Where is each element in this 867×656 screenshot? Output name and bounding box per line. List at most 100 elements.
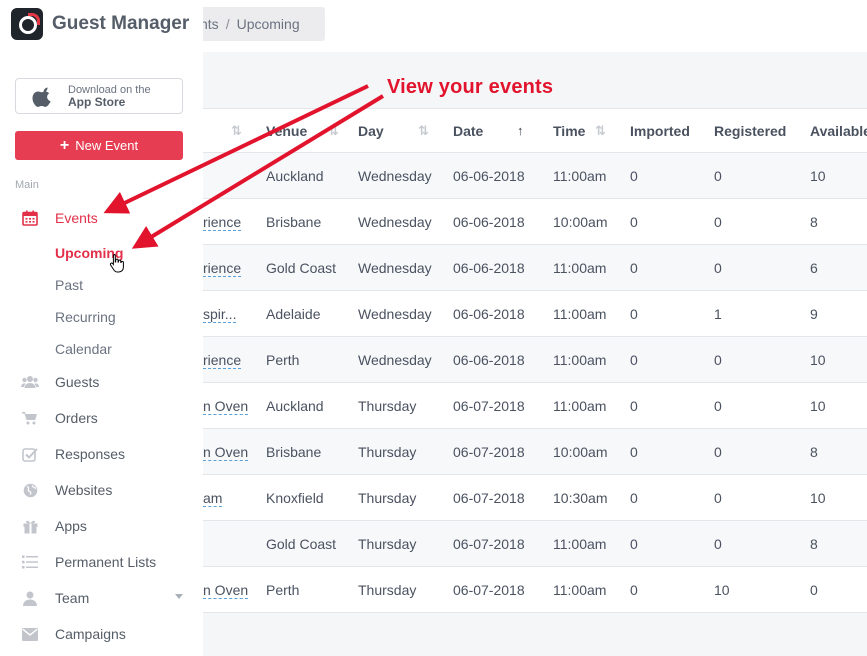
cell-name[interactable]: rience [203, 199, 266, 245]
apple-icon [32, 87, 51, 107]
sidebar-subitem-past[interactable]: Past [55, 277, 83, 293]
cell-venue: Adelaide [266, 305, 321, 322]
cell-venue: Knoxfield [266, 489, 324, 506]
cell-venue: Gold Coast [266, 535, 337, 552]
cell-day: Thursday [358, 489, 417, 506]
column-header-imported: Imported [630, 122, 690, 139]
cell-available: 6 [810, 259, 818, 276]
event-name-link[interactable]: n Oven [203, 581, 249, 599]
cell-venue: Auckland [266, 167, 324, 184]
table-row[interactable]: n Oven Brisbane Thursday 06-07-2018 10:00am 0… [203, 428, 867, 475]
envelope-icon [21, 626, 39, 642]
cell-name[interactable] [203, 521, 266, 567]
sidebar-item-label: Events [55, 210, 98, 226]
table-row[interactable]: rience Brisbane Wednesday 06-06-2018 10:00am… [203, 198, 867, 245]
events-table: ⇅ Venue ⇅ Day ⇅ Date ↑ Time ⇅ Imported Regis… [203, 108, 867, 613]
sort-icon[interactable]: ⇅ [328, 123, 339, 139]
cell-day: Thursday [358, 443, 417, 460]
cell-date: 06-07-2018 [453, 489, 525, 506]
column-header-time[interactable]: Time ⇅ [553, 109, 630, 153]
cell-name[interactable]: rience [203, 245, 266, 291]
cell-name[interactable]: rience [203, 337, 266, 383]
table-row[interactable]: rience Gold Coast Wednesday 06-06-2018 11:00… [203, 244, 867, 291]
cell-day: Thursday [358, 581, 417, 598]
app-store-button[interactable]: Download on the App Store [15, 78, 183, 114]
new-event-button[interactable]: + New Event [15, 131, 183, 160]
sidebar-item-responses[interactable]: Responses [0, 442, 203, 466]
cell-date: 06-06-2018 [453, 259, 525, 276]
event-name-link[interactable]: n Oven [203, 443, 249, 461]
globe-icon [21, 482, 39, 498]
sidebar-item-campaigns[interactable]: Campaigns [0, 622, 203, 646]
cell-date: 06-06-2018 [453, 305, 525, 322]
breadcrumb-current: Upcoming [236, 16, 300, 32]
cell-imported: 0 [630, 213, 638, 230]
cell-name[interactable]: n Oven [203, 383, 266, 429]
table-row[interactable]: Gold Coast Thursday 06-07-2018 11:00am 0 0 8 [203, 520, 867, 567]
cell-name[interactable]: n Oven [203, 567, 266, 613]
event-name-link[interactable]: rience [203, 213, 242, 231]
table-body: Auckland Wednesday 06-06-2018 11:00am 0 0 10 ri… [203, 152, 867, 613]
sidebar-item-apps[interactable]: Apps [0, 514, 203, 538]
cell-day: Wednesday [358, 213, 432, 230]
sidebar-item-label: Orders [55, 410, 98, 426]
sort-icon[interactable]: ⇅ [595, 123, 606, 139]
table-row[interactable]: am Knoxfield Thursday 06-07-2018 10:30am 0 0 10 [203, 474, 867, 521]
sidebar-item-guests[interactable]: Guests [0, 370, 203, 394]
sort-icon[interactable]: ⇅ [231, 123, 242, 139]
cell-date: 06-07-2018 [453, 581, 525, 598]
cell-name[interactable]: n Oven [203, 429, 266, 475]
sidebar-item-label: Responses [55, 446, 126, 462]
sidebar-subitem-recurring[interactable]: Recurring [55, 309, 116, 325]
event-name-link[interactable]: spir... [203, 305, 237, 323]
sidebar-item-permanent-lists[interactable]: Permanent Lists [0, 550, 203, 574]
table-row[interactable]: spir... Adelaide Wednesday 06-06-2018 11:00a… [203, 290, 867, 337]
column-header-day[interactable]: Day ⇅ [358, 109, 453, 153]
sidebar-item-orders[interactable]: Orders [0, 406, 203, 430]
cell-available: 10 [810, 351, 826, 368]
cell-available: 8 [810, 213, 818, 230]
cell-name[interactable]: am [203, 475, 266, 521]
cell-name[interactable]: spir... [203, 291, 266, 337]
sort-ascending-icon[interactable]: ↑ [517, 123, 524, 138]
column-header-date[interactable]: Date ↑ [453, 109, 553, 153]
event-name-link[interactable]: rience [203, 351, 242, 369]
event-name-link[interactable]: n Oven [203, 397, 249, 415]
cell-name[interactable] [203, 153, 266, 199]
cell-date: 06-06-2018 [453, 167, 525, 184]
cell-time: 11:00am [553, 167, 607, 184]
cell-day: Thursday [358, 535, 417, 552]
sidebar-subitem-calendar[interactable]: Calendar [55, 341, 112, 357]
sidebar-item-websites[interactable]: Websites [0, 478, 203, 502]
table-row[interactable]: rience Perth Wednesday 06-06-2018 11:00am 0 0 1… [203, 336, 867, 383]
cell-time: 11:00am [553, 397, 607, 414]
cell-registered: 0 [714, 489, 722, 506]
sidebar-item-label: Apps [55, 518, 87, 534]
breadcrumb-separator: / [225, 16, 230, 32]
table-header-row: ⇅ Venue ⇅ Day ⇅ Date ↑ Time ⇅ Imported Regis… [203, 108, 867, 153]
table-row[interactable]: n Oven Auckland Thursday 06-07-2018 11:00am 0… [203, 382, 867, 429]
chevron-down-icon[interactable] [175, 594, 183, 599]
event-name-link[interactable]: rience [203, 259, 242, 277]
cell-registered: 0 [714, 397, 722, 414]
cell-imported: 0 [630, 535, 638, 552]
column-header-name[interactable]: ⇅ [203, 109, 266, 153]
sort-icon[interactable]: ⇅ [418, 123, 429, 139]
cell-available: 10 [810, 167, 826, 184]
column-header-venue[interactable]: Venue ⇅ [266, 109, 358, 153]
cell-time: 10:00am [553, 213, 608, 230]
event-name-link[interactable]: am [203, 489, 223, 507]
breadcrumb: nts / Upcoming [188, 7, 325, 41]
brand[interactable]: Guest Manager [11, 8, 189, 40]
sidebar-item-team[interactable]: Team [0, 586, 203, 610]
cell-day: Wednesday [358, 305, 432, 322]
table-row[interactable]: Auckland Wednesday 06-06-2018 11:00am 0 0 10 [203, 152, 867, 199]
sidebar-item-events[interactable]: Events [0, 206, 203, 230]
cell-date: 06-07-2018 [453, 535, 525, 552]
table-row[interactable]: n Oven Perth Thursday 06-07-2018 11:00am 0 10 0 [203, 566, 867, 613]
column-header-available: Available [810, 122, 867, 139]
cell-time: 11:00am [553, 259, 607, 276]
cell-day: Wednesday [358, 351, 432, 368]
plus-icon: + [59, 136, 70, 154]
cell-venue: Brisbane [266, 213, 322, 230]
